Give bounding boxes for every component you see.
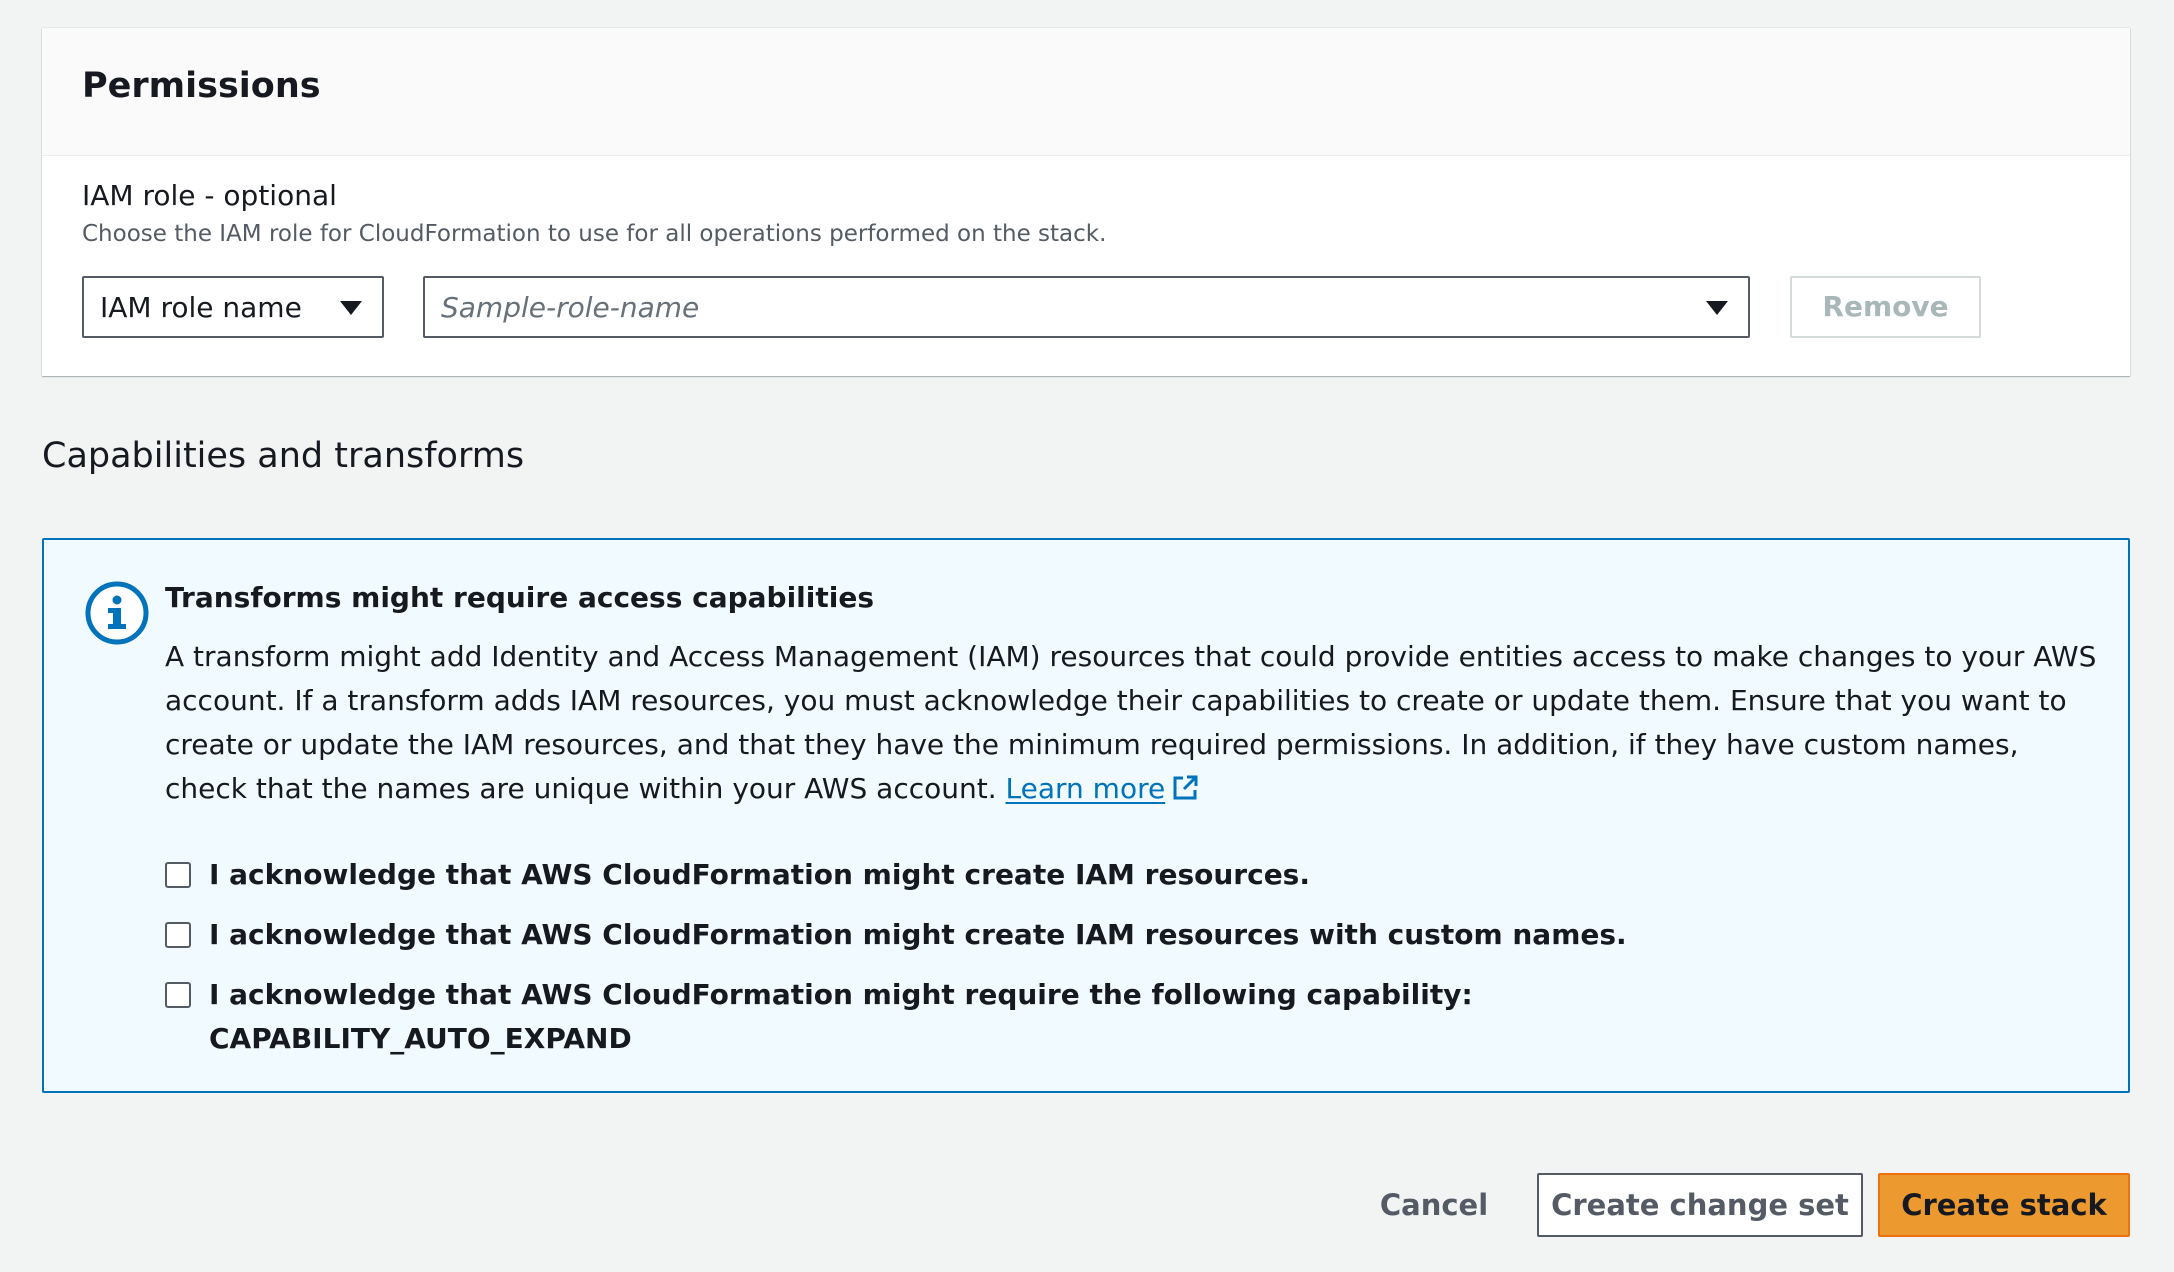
acknowledge-iam-resources-label: I acknowledge that AWS CloudFormation mi…	[209, 858, 1310, 891]
acknowledge-custom-names-label: I acknowledge that AWS CloudFormation mi…	[209, 918, 1627, 951]
iam-role-type-select[interactable]: IAM role name	[82, 276, 384, 338]
alert-title: Transforms might require access capabili…	[165, 581, 875, 614]
permissions-header: Permissions	[42, 28, 2130, 156]
iam-role-description: Choose the IAM role for CloudFormation t…	[82, 221, 1107, 247]
iam-role-name-placeholder: Sample-role-name	[441, 291, 700, 324]
create-change-set-button[interactable]: Create change set	[1537, 1173, 1863, 1237]
learn-more-link[interactable]: Learn more	[1006, 772, 1166, 805]
alert-body: A transform might add Identity and Acces…	[165, 635, 2105, 811]
permissions-panel: Permissions IAM role - optional Choose t…	[42, 28, 2130, 376]
acknowledge-auto-expand-label: I acknowledge that AWS CloudFormation mi…	[209, 978, 1473, 1011]
capability-auto-expand-label: CAPABILITY_AUTO_EXPAND	[209, 1022, 632, 1055]
acknowledge-iam-resources-checkbox[interactable]	[165, 862, 191, 888]
cancel-button[interactable]: Cancel	[1360, 1173, 1508, 1237]
caret-down-icon	[1706, 301, 1728, 315]
info-icon	[85, 581, 149, 645]
iam-role-label: IAM role - optional	[82, 179, 337, 212]
remove-button[interactable]: Remove	[1790, 276, 1981, 338]
learn-more-label: Learn more	[1005, 772, 1166, 805]
capabilities-heading: Capabilities and transforms	[42, 436, 525, 476]
permissions-title: Permissions	[82, 66, 321, 106]
capabilities-info-alert: Transforms might require access capabili…	[42, 538, 2130, 1093]
create-stack-button[interactable]: Create stack	[1878, 1173, 2130, 1237]
caret-down-icon	[340, 301, 362, 315]
iam-role-type-value: IAM role name	[100, 291, 302, 324]
iam-role-name-select[interactable]: Sample-role-name	[423, 276, 1750, 338]
acknowledge-auto-expand-checkbox[interactable]	[165, 982, 191, 1008]
acknowledge-custom-names-checkbox[interactable]	[165, 922, 191, 948]
external-link-icon	[1173, 775, 1198, 800]
